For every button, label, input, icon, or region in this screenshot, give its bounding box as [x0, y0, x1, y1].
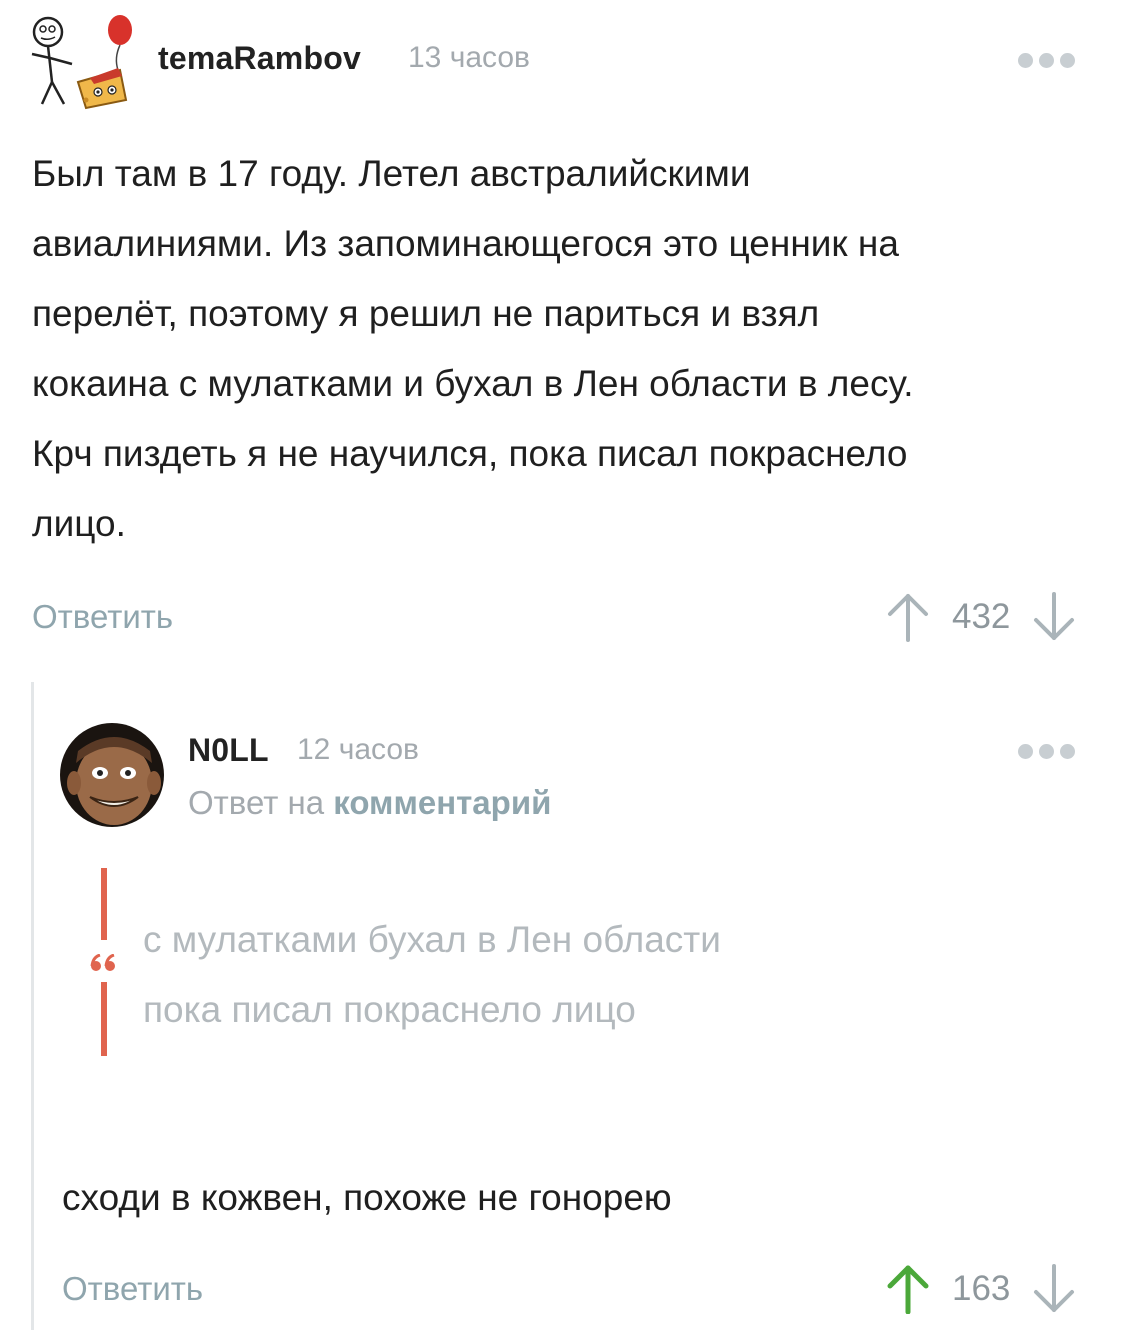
comment-votes: 432: [886, 592, 1076, 642]
quote-text: с мулатками бухал в Лен области пока пис…: [143, 905, 721, 1045]
avatar-temarambov[interactable]: [28, 12, 138, 112]
vote-count: 432: [952, 597, 1011, 636]
reply-time: 12 часов: [297, 733, 419, 766]
comment-text-line: кокаина с мулатками и бухал в Лен област…: [32, 363, 914, 404]
more-dots-icon[interactable]: [1018, 744, 1075, 759]
comment-text-line: Был там в 17 году. Летел австралийскими: [32, 153, 751, 194]
avatar-n0ll[interactable]: [60, 723, 164, 827]
quote-bar: [101, 982, 107, 1056]
reply-button[interactable]: Ответить: [62, 1270, 203, 1308]
comment-text-line: лицо.: [32, 503, 126, 544]
reply-text: сходи в кожвен, похоже не гонорею: [62, 1177, 672, 1218]
comment-text-line: Крч пиздеть я не научился, пока писал по…: [32, 433, 908, 474]
quote-icon: [90, 954, 115, 971]
reply-author[interactable]: N0LL: [188, 732, 269, 769]
comment-text-line: авиалиниями. Из запоминающегося это ценн…: [32, 223, 899, 264]
comment-time: 13 часов: [408, 41, 530, 74]
arrow-down-icon[interactable]: [1032, 1264, 1076, 1314]
arrow-down-icon[interactable]: [1032, 592, 1076, 642]
reply-to-prefix: Ответ на: [188, 784, 334, 821]
reply-votes: 163: [886, 1264, 1076, 1314]
reply-button[interactable]: Ответить: [32, 598, 173, 636]
quote-bar: [101, 868, 107, 940]
quote-line: с мулатками бухал в Лен области: [143, 919, 721, 960]
quote-line: пока писал покраснело лицо: [143, 989, 636, 1030]
comment-text: Был там в 17 году. Летел австралийскими …: [32, 139, 914, 559]
vote-count: 163: [952, 1269, 1011, 1308]
thread-line[interactable]: [31, 682, 34, 1330]
arrow-up-icon[interactable]: [886, 592, 930, 642]
reply-to-link[interactable]: комментарий: [333, 784, 551, 821]
comment-text-line: перелёт, поэтому я решил не париться и в…: [32, 293, 820, 334]
reply-to-line: Ответ на комментарий: [188, 784, 551, 822]
comment-author[interactable]: temaRambov: [158, 40, 361, 77]
arrow-up-icon[interactable]: [886, 1264, 930, 1314]
more-dots-icon[interactable]: [1018, 53, 1075, 68]
